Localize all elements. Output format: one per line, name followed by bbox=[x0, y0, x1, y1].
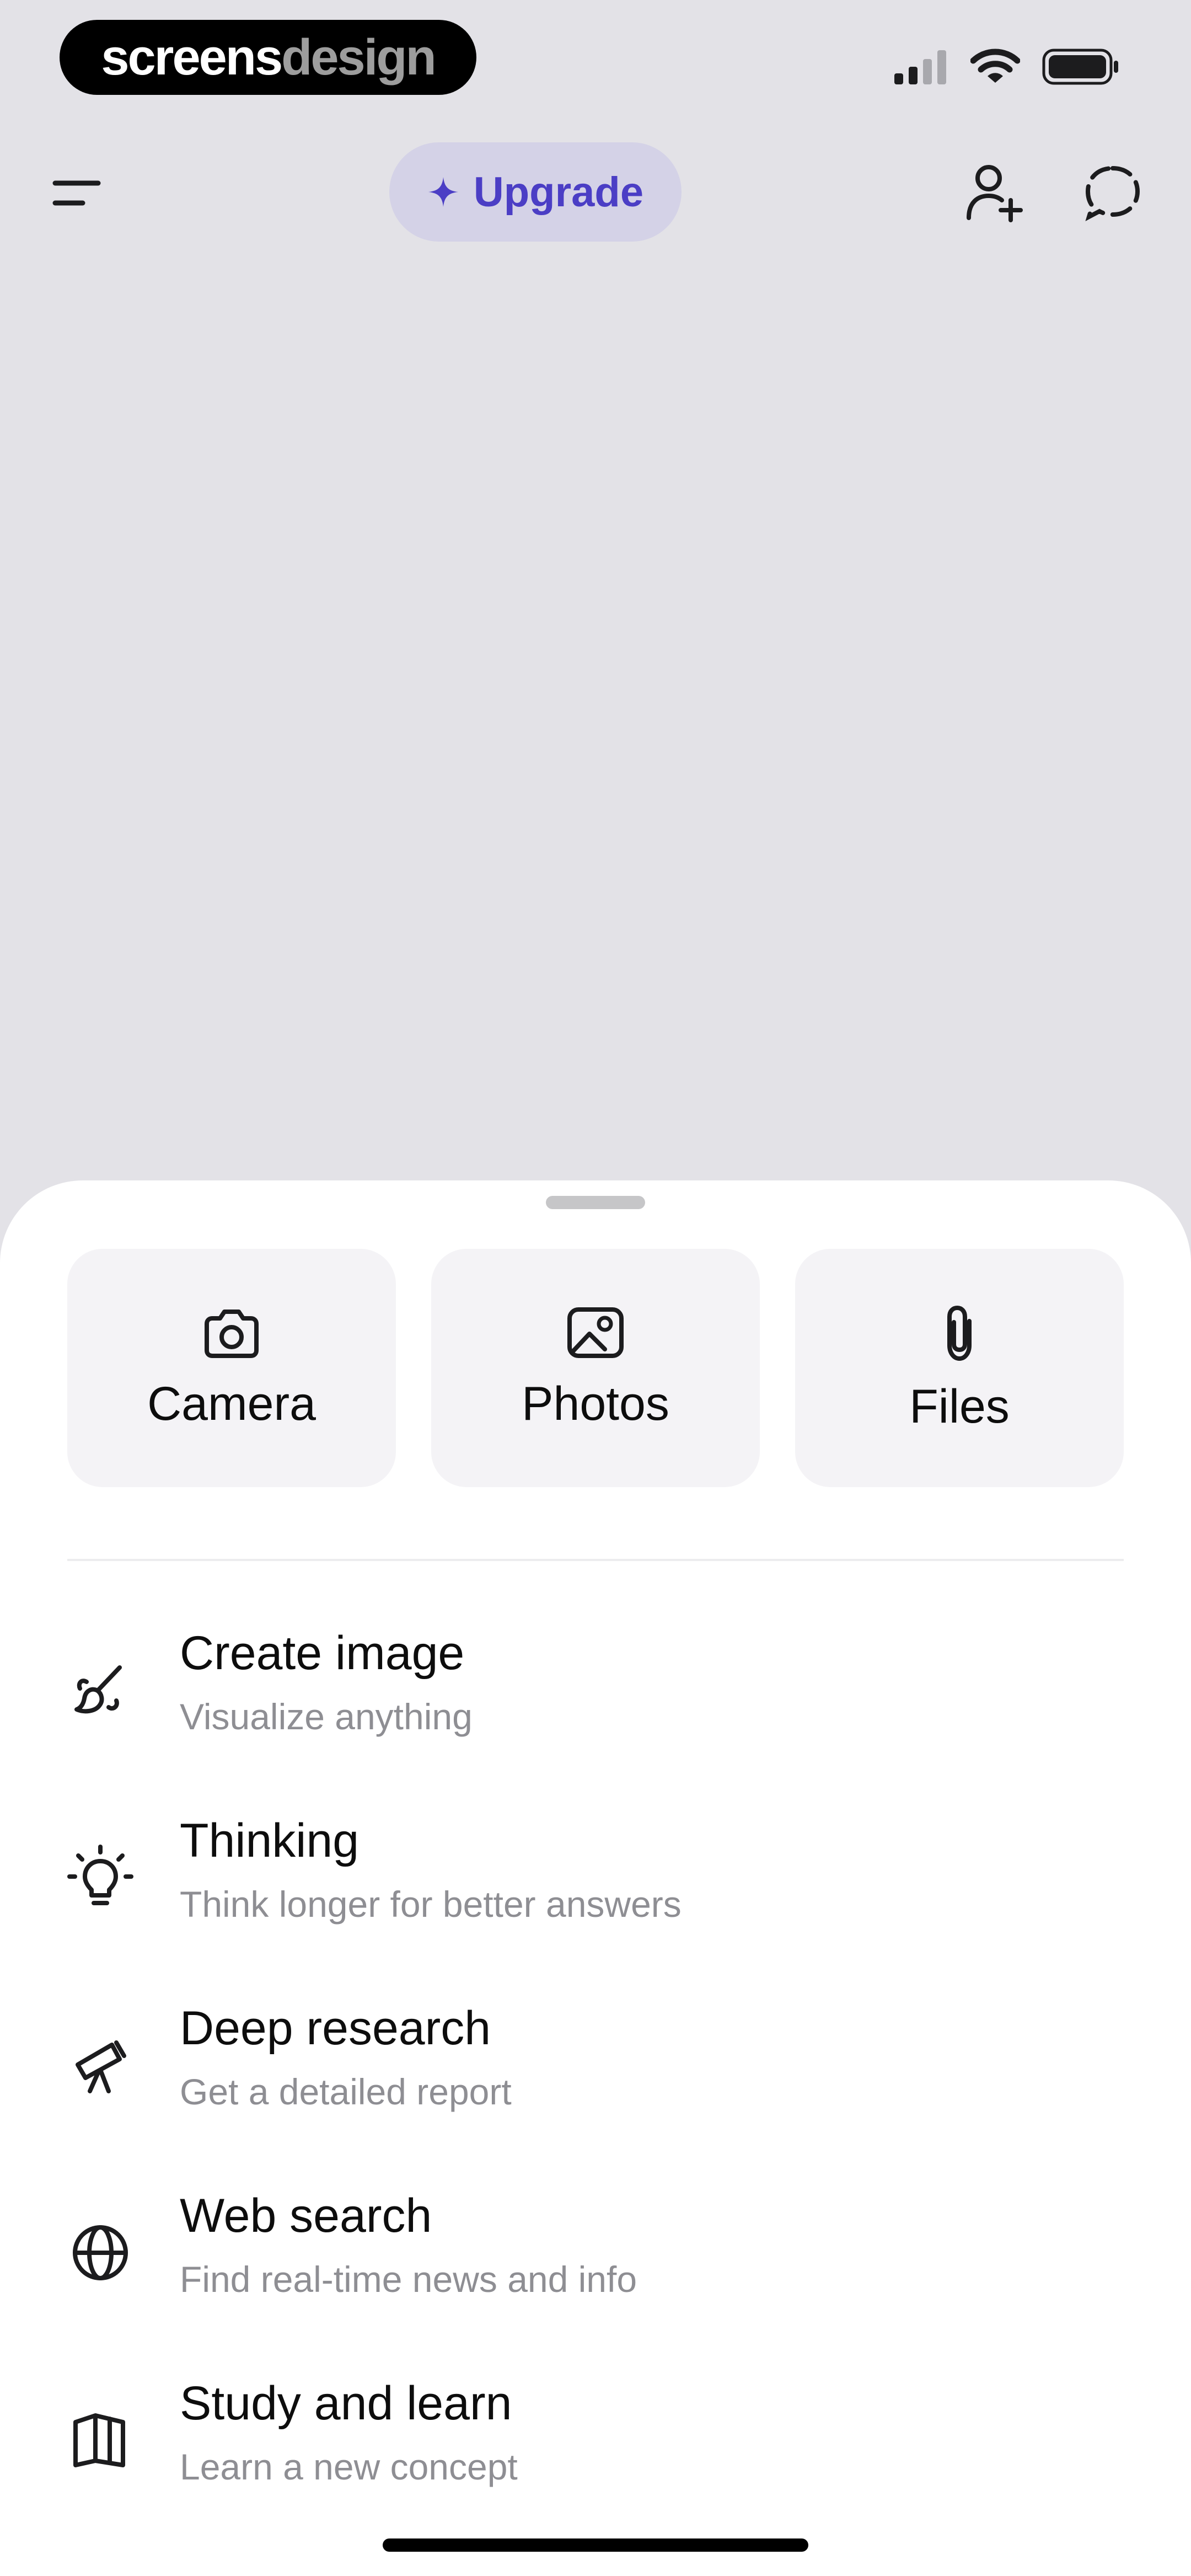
menu-item-title: Thinking bbox=[180, 1814, 360, 1867]
sheet-grabber[interactable] bbox=[546, 1196, 645, 1209]
menu-button[interactable] bbox=[44, 160, 110, 226]
camera-tile[interactable]: Camera bbox=[67, 1249, 396, 1487]
photos-label: Photos bbox=[522, 1377, 669, 1430]
battery-icon bbox=[1042, 49, 1118, 85]
files-tile[interactable]: Files bbox=[795, 1249, 1124, 1487]
photos-tile[interactable]: Photos bbox=[431, 1249, 760, 1487]
sheet-divider bbox=[67, 1559, 1124, 1561]
menu-item-title: Study and learn bbox=[180, 2377, 512, 2430]
attachment-tiles: Camera Photos Files bbox=[67, 1249, 1124, 1487]
watermark-badge: screens design bbox=[60, 20, 476, 95]
menu-item-subtitle: Find real-time news and info bbox=[180, 2259, 637, 2300]
menu-item-deep-research[interactable]: Deep research Get a detailed report bbox=[67, 2001, 1124, 2189]
menu-item-title: Deep research bbox=[180, 2002, 491, 2055]
camera-icon bbox=[205, 1309, 259, 1358]
files-label: Files bbox=[909, 1380, 1010, 1433]
tools-menu: Create image Visualize anything Thinking… bbox=[67, 1626, 1124, 2564]
add-person-icon bbox=[967, 165, 1023, 222]
hamburger-menu-icon bbox=[52, 180, 101, 206]
menu-item-thinking[interactable]: Thinking Think longer for better answers bbox=[67, 1814, 1124, 2001]
menu-item-title: Web search bbox=[180, 2189, 432, 2242]
watermark-text-1: screens bbox=[101, 29, 283, 85]
paintbrush-icon bbox=[74, 1665, 122, 1714]
menu-item-subtitle: Think longer for better answers bbox=[180, 1884, 682, 1925]
globe-icon bbox=[73, 2225, 128, 2280]
add-person-button[interactable] bbox=[959, 159, 1028, 227]
lightbulb-icon bbox=[67, 1845, 133, 1905]
status-bar bbox=[893, 49, 1119, 85]
sparkle-icon bbox=[428, 177, 458, 207]
menu-item-study-and-learn[interactable]: Study and learn Learn a new concept bbox=[67, 2376, 1124, 2564]
menu-item-subtitle: Visualize anything bbox=[180, 1696, 473, 1737]
watermark-text-2: design bbox=[281, 29, 436, 85]
wifi-icon bbox=[970, 49, 1020, 83]
book-icon bbox=[73, 2413, 125, 2467]
dashed-chat-bubble-icon bbox=[1085, 165, 1140, 221]
upgrade-label: Upgrade bbox=[473, 168, 644, 216]
camera-label: Camera bbox=[147, 1377, 316, 1430]
temporary-chat-button[interactable] bbox=[1079, 159, 1147, 227]
paperclip-icon bbox=[947, 1305, 972, 1361]
menu-item-title: Create image bbox=[180, 1627, 465, 1680]
home-indicator bbox=[383, 2538, 808, 2552]
menu-item-create-image[interactable]: Create image Visualize anything bbox=[67, 1626, 1124, 1814]
telescope-icon bbox=[76, 2040, 126, 2093]
menu-item-web-search[interactable]: Web search Find real-time news and info bbox=[67, 2189, 1124, 2376]
menu-item-subtitle: Learn a new concept bbox=[180, 2446, 518, 2487]
photos-icon bbox=[567, 1307, 624, 1358]
menu-item-subtitle: Get a detailed report bbox=[180, 2071, 512, 2112]
attachment-sheet: Camera Photos Files Create image Visuali… bbox=[0, 1180, 1191, 2576]
upgrade-button[interactable]: Upgrade bbox=[389, 142, 682, 242]
cellular-signal-icon bbox=[894, 50, 946, 84]
